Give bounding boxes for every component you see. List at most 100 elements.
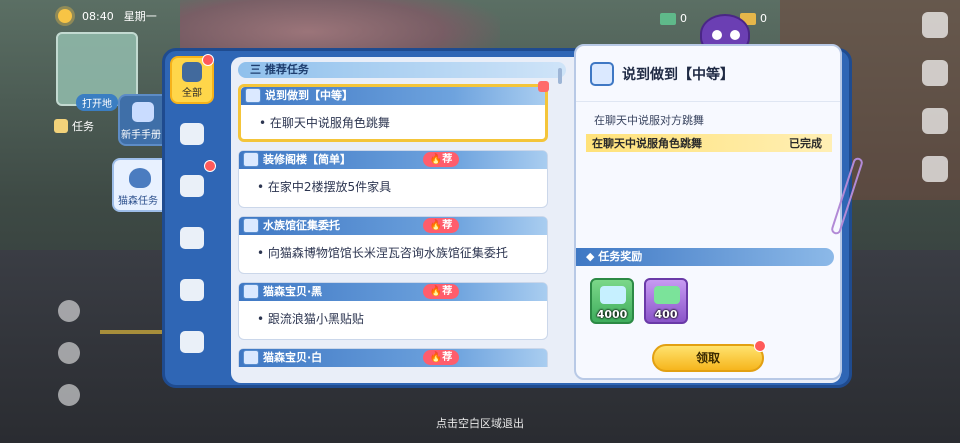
hud-top: 08:40 星期一 (58, 8, 157, 24)
cat-face-icon[interactable] (58, 342, 80, 364)
quest-icon (243, 218, 259, 233)
category-all[interactable]: 全部 (170, 54, 214, 104)
weather-sun-icon (58, 9, 72, 23)
quest-list: 三 推荐任务 说到做到【中等】 在聊天中说服角色跳舞 装修阁楼【简单】 🔥荐 在… (238, 62, 566, 367)
hud-weekday: 星期一 (123, 10, 157, 23)
cards-icon (180, 175, 204, 197)
notification-dot (202, 54, 214, 66)
claim-label: 领取 (695, 351, 720, 365)
category-tools[interactable] (170, 216, 214, 260)
currency-b-value: 0 (760, 12, 767, 25)
reward-amount: 400 (654, 308, 678, 321)
quest-item[interactable]: 猫森宝贝·白 🔥荐 (238, 348, 548, 367)
card-album-icon[interactable] (922, 108, 948, 134)
medal-icon (180, 279, 204, 301)
settings-gear-icon[interactable] (922, 12, 948, 38)
objective-status: 已完成 (789, 137, 822, 150)
quest-title-bar: 说到做到【中等】 (241, 87, 545, 105)
recommend-label: 荐 (442, 352, 453, 363)
recommend-label: 荐 (442, 154, 453, 165)
quest-item[interactable]: 说到做到【中等】 在聊天中说服角色跳舞 (238, 81, 549, 142)
objective-row: 在聊天中说服角色跳舞 已完成 (586, 134, 832, 152)
ticket-icon (600, 286, 626, 304)
detail-title-bar: 说到做到【中等】 (576, 46, 840, 102)
hud-time: 08:40 (82, 9, 114, 23)
reward-amount: 4000 (596, 308, 628, 321)
task-icon (54, 119, 68, 133)
mascot-eye (730, 30, 740, 40)
quest-title-bar: 猫森宝贝·黑 🔥荐 (239, 283, 547, 301)
tools-icon (180, 227, 204, 249)
objective-text: 在聊天中说服角色跳舞 (592, 137, 702, 150)
cat-task-icon (129, 168, 151, 188)
quest-title: 装修阁楼【简单】 (263, 153, 351, 166)
quest-desc: 在聊天中说服角色跳舞 (241, 105, 545, 141)
quest-item[interactable]: 猫森宝贝·黑 🔥荐 跟流浪猫小黑贴贴 (238, 282, 548, 340)
quest-title: 猫森宝贝·白 (263, 351, 323, 364)
claim-button[interactable]: 领取 (652, 340, 766, 372)
handbook-icon (132, 102, 154, 122)
notification-dot (754, 340, 766, 352)
category-search[interactable] (170, 320, 214, 364)
tab-newbie-handbook[interactable]: 新手手册 (118, 94, 164, 146)
tab-cat-task-label: 猫森任务 (118, 196, 158, 207)
mascot-eye (712, 30, 722, 40)
category-all-label: 全部 (182, 87, 202, 99)
recommend-badge: 🔥荐 (423, 284, 459, 299)
category-cards[interactable] (170, 160, 216, 208)
quest-title-bar: 装修阁楼【简单】 🔥荐 (239, 151, 547, 169)
quest-title-bar: 水族馆征集委托 🔥荐 (239, 217, 547, 235)
reward-item[interactable]: 4000 (590, 278, 634, 324)
quest-desc: 向猫森博物馆馆长米涅瓦咨询水族馆征集委托 (239, 235, 547, 271)
list-header: 三 推荐任务 (238, 62, 566, 78)
notification-dot (204, 160, 216, 172)
quest-item[interactable]: 水族馆征集委托 🔥荐 向猫森博物馆馆长米涅瓦咨询水族馆征集委托 (238, 216, 548, 274)
reward-item[interactable]: 400 (644, 278, 688, 324)
reward-header: ◆ 任务奖励 (576, 248, 834, 266)
detail-title: 说到做到【中等】 (622, 66, 734, 83)
exit-hint[interactable]: 点击空白区域退出 (0, 415, 960, 431)
gift-icon (538, 81, 549, 92)
currency-a-value: 0 (680, 12, 687, 25)
quest-title: 水族馆征集委托 (263, 219, 340, 232)
cash-icon (654, 286, 680, 304)
recommend-badge: 🔥荐 (423, 152, 459, 167)
quest-desc: 在家中2楼摆放5件家具 (239, 169, 547, 205)
decor-icon (180, 123, 204, 145)
detail-subtitle: 在聊天中说服对方跳舞 (594, 114, 704, 127)
reward-header-label: 任务奖励 (598, 250, 643, 263)
quest-title: 说到做到【中等】 (265, 89, 353, 102)
recommend-label: 荐 (442, 286, 453, 297)
recommend-badge: 🔥荐 (423, 218, 459, 233)
gallery-icon[interactable] (922, 156, 948, 182)
quest-title: 猫森宝贝·黑 (263, 285, 323, 298)
quest-icon (243, 152, 259, 167)
quest-detail-icon (590, 61, 614, 86)
tab-cat-task[interactable]: 猫森任务 (112, 158, 164, 212)
magnifier-icon (180, 331, 204, 353)
tab-newbie-label: 新手手册 (121, 130, 161, 141)
quest-detail-pane: 说到做到【中等】 在聊天中说服对方跳舞 在聊天中说服角色跳舞 已完成 ◆ 任务奖… (574, 44, 865, 380)
quest-desc: 跟流浪猫小黑贴贴 (239, 301, 547, 337)
left-side-icons (58, 300, 80, 406)
category-medal[interactable] (170, 268, 214, 312)
right-hud-icons (922, 12, 948, 182)
minimap-open-label[interactable]: 打开地 (76, 94, 118, 111)
all-category-icon (182, 61, 202, 82)
quest-icon (243, 350, 259, 365)
people-icon[interactable] (58, 384, 80, 406)
cash-icon (660, 12, 676, 25)
currency-a: 0 (660, 12, 687, 25)
recommend-label: 荐 (442, 220, 453, 231)
quest-icon (243, 284, 259, 299)
camera-icon[interactable] (58, 300, 80, 322)
category-column: 全部 (170, 54, 222, 364)
task-hud-button[interactable]: 任务 (54, 118, 94, 134)
list-scrollbar[interactable] (558, 68, 562, 84)
category-decor[interactable] (170, 112, 214, 156)
quest-icon (245, 88, 261, 103)
task-hud-label: 任务 (72, 120, 94, 133)
cat-card-icon[interactable] (922, 60, 948, 86)
quest-item[interactable]: 装修阁楼【简单】 🔥荐 在家中2楼摆放5件家具 (238, 150, 548, 208)
reward-list: 4000 400 (590, 278, 688, 324)
